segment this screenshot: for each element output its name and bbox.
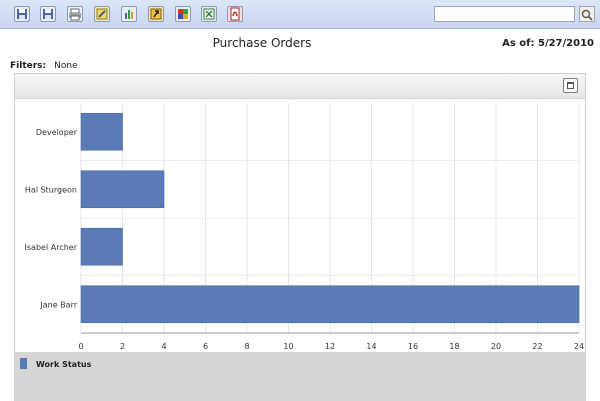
filters-label: Filters: — [10, 61, 47, 71]
save-icon[interactable] — [14, 6, 30, 22]
pdf-icon[interactable] — [227, 6, 243, 22]
x-tick-label: 22 — [532, 342, 542, 351]
x-tick-label: 18 — [449, 342, 459, 351]
bar-chart: Developer Hal Sturgeon Isabel Archer Jane B… — [25, 103, 584, 351]
category-label: Developer — [36, 128, 78, 137]
filters: Filters: None — [10, 61, 78, 71]
search-input[interactable] — [434, 6, 575, 22]
x-tick-label: 4 — [161, 342, 166, 351]
category-label: Isabel Archer — [25, 243, 78, 252]
bar — [80, 227, 123, 266]
legend-label: Work Status — [36, 360, 92, 369]
print-icon[interactable] — [67, 6, 83, 22]
as-of-date: As of: 5/27/2010 — [502, 38, 594, 49]
bar — [80, 112, 123, 151]
search-button[interactable] — [579, 6, 595, 22]
x-tick-label: 16 — [408, 342, 418, 351]
bar — [80, 285, 580, 324]
category-label: Jane Barr — [39, 300, 77, 309]
x-tick-label: 12 — [325, 342, 335, 351]
x-tick-label: 2 — [120, 342, 125, 351]
save-as-icon[interactable] — [40, 6, 56, 22]
bar — [80, 170, 165, 209]
x-tick-label: 20 — [491, 342, 501, 351]
chart-panel: Developer Hal Sturgeon Isabel Archer Jane B… — [14, 73, 586, 401]
export-icon[interactable] — [148, 6, 164, 22]
category-label: Hal Sturgeon — [25, 185, 77, 194]
edit-report-icon[interactable] — [94, 6, 110, 22]
legend-swatch — [20, 358, 27, 369]
colors-icon[interactable] — [175, 6, 191, 22]
x-tick-label: 10 — [283, 342, 293, 351]
x-tick-label: 8 — [244, 342, 249, 351]
chart-icon[interactable] — [121, 6, 137, 22]
x-tick-label: 24 — [574, 342, 584, 351]
x-tick-label: 6 — [203, 342, 208, 351]
x-tick-label: 14 — [366, 342, 376, 351]
filters-value: None — [54, 61, 78, 71]
excel-icon[interactable] — [201, 6, 217, 22]
x-tick-label: 0 — [78, 342, 83, 351]
report-title: Purchase Orders — [212, 36, 312, 50]
legend: Work Status — [15, 352, 585, 401]
toolbar — [0, 0, 600, 29]
search-icon — [581, 9, 593, 21]
